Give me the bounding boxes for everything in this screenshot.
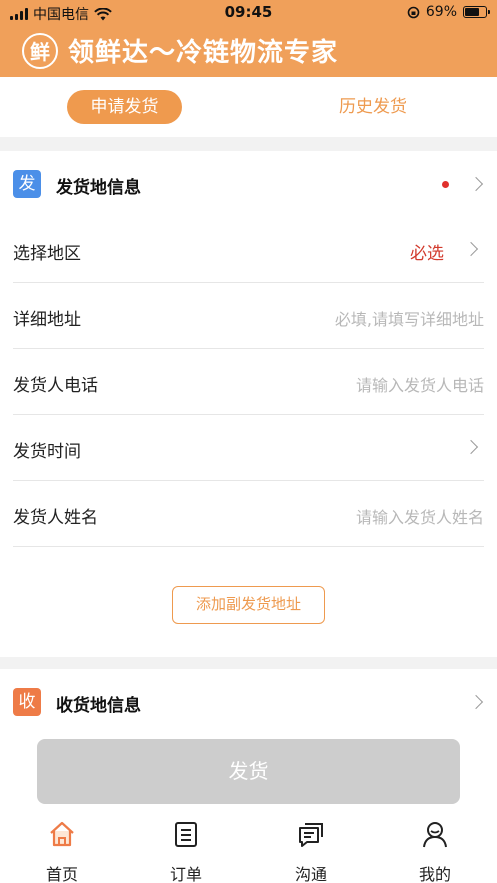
- home-icon: [50, 821, 74, 847]
- order-icon: [175, 822, 197, 847]
- row-label: 详细地址: [13, 310, 81, 330]
- tab-home[interactable]: 首页: [22, 819, 102, 883]
- sender-badge: 发: [13, 170, 41, 198]
- tab-apply-shipment[interactable]: 申请发货: [67, 90, 182, 124]
- phone-input[interactable]: 请输入发货人电话: [356, 372, 484, 396]
- chevron-right-icon: [468, 694, 484, 710]
- status-bar: 中国电信 09:45 69%: [0, 0, 497, 26]
- tab-shipment-history[interactable]: 历史发货: [318, 90, 428, 124]
- chevron-right-icon: [468, 176, 484, 192]
- tab-profile[interactable]: 我的: [395, 819, 475, 883]
- required-dot: [442, 181, 449, 188]
- time-select-row[interactable]: 发货时间: [13, 415, 484, 481]
- add-secondary-address-button[interactable]: 添加副发货地址: [172, 586, 325, 624]
- row-label: 发货人电话: [13, 376, 98, 396]
- name-input[interactable]: 请输入发货人姓名: [356, 504, 484, 528]
- ship-button[interactable]: 发货: [37, 739, 460, 804]
- header-bar: 中国电信 09:45 69% 鲜 领鲜达～冷链物流专家: [0, 0, 497, 77]
- user-icon: [423, 822, 447, 848]
- row-label: 发货时间: [13, 442, 81, 462]
- brand-title: 领鲜达～冷链物流专家: [68, 38, 339, 68]
- chat-icon: [299, 823, 323, 847]
- region-select-row[interactable]: 选择地区 必选: [13, 217, 484, 283]
- sender-card: 发 发货地信息 选择地区 必选 详细地址 必填,请填写详细地址 发货人电话 请输…: [0, 151, 497, 657]
- row-label: 发货人姓名: [13, 508, 98, 528]
- tab-label: 沟通: [294, 865, 327, 883]
- orientation-lock-icon: [407, 6, 420, 18]
- row-label: 选择地区: [13, 244, 81, 264]
- bottom-tab-bar: 首页 订单 沟通 我的: [0, 809, 497, 883]
- sender-section-header[interactable]: 发 发货地信息: [0, 151, 497, 217]
- tab-bar-top: 申请发货 历史发货: [0, 77, 497, 137]
- phone-field-row[interactable]: 发货人电话 请输入发货人电话: [13, 349, 484, 415]
- chevron-right-icon: [463, 241, 479, 257]
- brand: 鲜 领鲜达～冷链物流专家: [22, 32, 338, 69]
- receiver-section-header[interactable]: 收 收货地信息: [0, 669, 497, 735]
- address-field-row[interactable]: 详细地址 必填,请填写详细地址: [13, 283, 484, 349]
- tab-label: 订单: [169, 865, 202, 883]
- brand-logo: 鲜: [22, 32, 58, 69]
- chevron-right-icon: [463, 439, 479, 455]
- tab-orders[interactable]: 订单: [146, 819, 226, 883]
- name-field-row[interactable]: 发货人姓名 请输入发货人姓名: [13, 481, 484, 547]
- required-text: 必选: [410, 244, 444, 264]
- receiver-badge: 收: [13, 688, 41, 716]
- battery-percent: 69%: [425, 4, 457, 20]
- tab-label: 首页: [45, 865, 78, 883]
- address-input[interactable]: 必填,请填写详细地址: [335, 306, 484, 330]
- receiver-section-title: 收货地信息: [56, 696, 141, 716]
- sender-section-title: 发货地信息: [56, 178, 141, 198]
- tab-label: 我的: [418, 865, 451, 883]
- tab-chat[interactable]: 沟通: [271, 819, 351, 883]
- battery-icon: [463, 6, 490, 18]
